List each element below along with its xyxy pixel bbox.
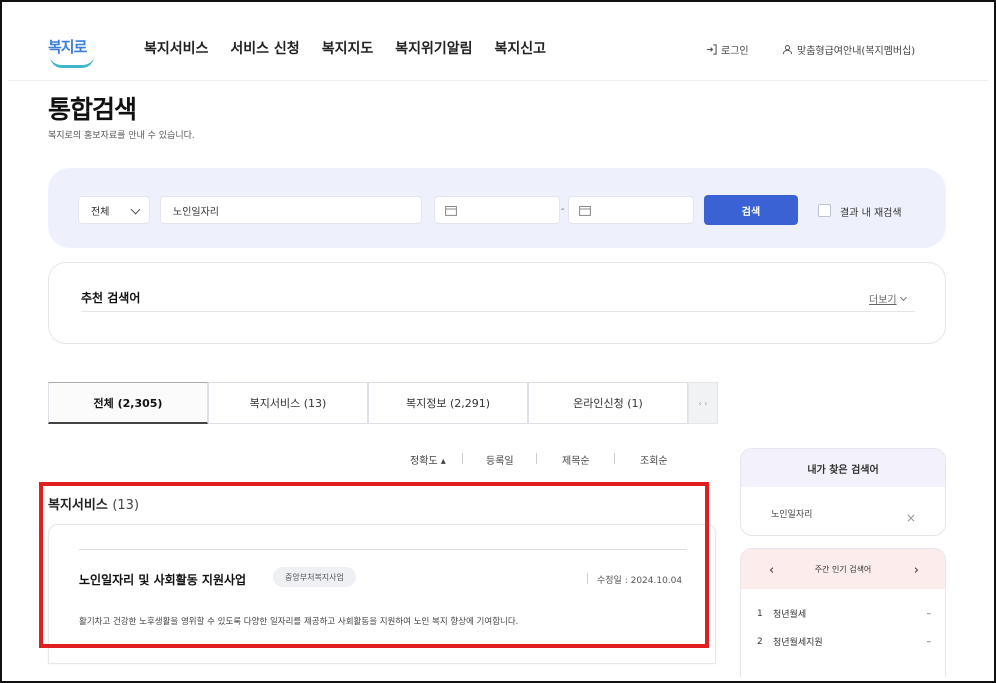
search-panel: 전체 - 검색 결과 내 재검색 bbox=[48, 168, 946, 248]
sort-accuracy[interactable]: 정확도 ▴ bbox=[410, 452, 446, 467]
trend-indicator: – bbox=[926, 636, 932, 647]
more-button[interactable]: 더보기 bbox=[869, 291, 907, 306]
sort-title[interactable]: 제목순 bbox=[562, 452, 590, 467]
date-divider bbox=[587, 573, 588, 584]
list-item[interactable]: 1 청년월세 – bbox=[757, 607, 932, 621]
sort-views[interactable]: 조회순 bbox=[640, 452, 668, 467]
login-label: 로그인 bbox=[721, 46, 749, 57]
chevron-down-icon bbox=[899, 293, 907, 301]
result-section-label: 복지서비스 bbox=[48, 498, 108, 513]
close-icon[interactable]: × bbox=[906, 511, 916, 525]
search-button[interactable]: 검색 bbox=[704, 195, 798, 225]
nav-welfare-report[interactable]: 복지신고 bbox=[495, 38, 547, 58]
logo-smile-mark bbox=[50, 56, 94, 68]
nav-service-apply[interactable]: 서비스 신청 bbox=[230, 38, 299, 58]
recommended-keywords-title: 추천 검색어 bbox=[81, 291, 141, 305]
membership-label: 맞춤형급여안내(복지멤버십) bbox=[797, 46, 916, 57]
my-searches-title: 내가 찾은 검색어 bbox=[741, 449, 945, 487]
start-date-field[interactable] bbox=[434, 196, 560, 224]
category-select[interactable]: 전체 bbox=[78, 196, 150, 224]
sort-separator bbox=[536, 453, 537, 464]
login-icon bbox=[706, 44, 717, 55]
weekly-popular-header: ‹ 주간 인기 검색어 › bbox=[741, 549, 945, 589]
sort-separator bbox=[462, 453, 463, 464]
result-section-count: (13) bbox=[112, 498, 140, 513]
nav-welfare-services[interactable]: 복지서비스 bbox=[144, 38, 208, 58]
chevron-right-icon[interactable]: › bbox=[914, 563, 919, 578]
result-item-title[interactable]: 노인일자리 및 사회활동 지원사업 bbox=[79, 571, 246, 588]
search-within-label: 결과 내 재검색 bbox=[840, 208, 902, 219]
user-icon bbox=[782, 45, 793, 55]
logo-text: 복지로 bbox=[48, 38, 87, 56]
tab-online-apply[interactable]: 온라인신청 (1) bbox=[528, 382, 688, 424]
more-label: 더보기 bbox=[869, 295, 897, 306]
calendar-icon bbox=[579, 206, 591, 216]
result-card: 노인일자리 및 사회활동 지원사업 중앙부처복지사업 수정일 : 2024.10… bbox=[48, 524, 716, 664]
trend-indicator: – bbox=[926, 608, 932, 619]
page: 복지로 복지서비스 서비스 신청 복지지도 복지위기알림 복지신고 로그인 맞춤… bbox=[8, 8, 988, 677]
tab-scroll-arrows[interactable]: ‹ › bbox=[688, 382, 718, 424]
result-item-badge: 중앙부처복지사업 bbox=[273, 567, 356, 587]
membership-link[interactable]: 맞춤형급여안내(복지멤버십) bbox=[782, 42, 915, 57]
popular-keyword: 청년월세지원 bbox=[773, 638, 823, 648]
rank-number: 1 bbox=[757, 608, 763, 619]
page-description: 복지로의 홍보자료를 안내 수 있습니다. bbox=[48, 131, 195, 141]
header-divider bbox=[8, 80, 988, 81]
result-section-title: 복지서비스 (13) bbox=[48, 494, 139, 513]
category-select-value: 전체 bbox=[91, 206, 110, 218]
tab-welfare-services[interactable]: 복지서비스 (13) bbox=[208, 382, 368, 424]
weekly-popular-panel: ‹ 주간 인기 검색어 › 1 청년월세 – 2 청년월세지원 – bbox=[740, 548, 946, 677]
recommended-keywords-panel: 추천 검색어 더보기 bbox=[48, 262, 946, 344]
calendar-icon bbox=[445, 206, 457, 216]
login-link[interactable]: 로그인 bbox=[706, 42, 749, 57]
result-item-date: 수정일 : 2024.10.04 bbox=[597, 576, 683, 586]
rank-number: 2 bbox=[757, 636, 763, 647]
sort-separator bbox=[614, 453, 615, 464]
nav-crisis-alert[interactable]: 복지위기알림 bbox=[395, 38, 472, 58]
result-tabs: 전체 (2,305) 복지서비스 (13) 복지정보 (2,291) 온라인신청… bbox=[48, 382, 718, 424]
chevron-down-icon bbox=[130, 204, 141, 215]
sort-registered[interactable]: 등록일 bbox=[486, 452, 514, 467]
result-item-description: 활기차고 건강한 노후생활을 영위할 수 있도록 다양한 일자리를 제공하고 사… bbox=[79, 617, 519, 627]
recommended-divider bbox=[81, 311, 915, 312]
page-title: 통합검색 bbox=[48, 95, 137, 124]
main-nav: 복지서비스 서비스 신청 복지지도 복지위기알림 복지신고 bbox=[144, 38, 546, 58]
tab-welfare-info[interactable]: 복지정보 (2,291) bbox=[368, 382, 528, 424]
nav-welfare-map[interactable]: 복지지도 bbox=[322, 38, 374, 58]
end-date-field[interactable] bbox=[568, 196, 694, 224]
popular-keyword: 청년월세 bbox=[773, 610, 807, 620]
weekly-popular-title: 주간 인기 검색어 bbox=[814, 564, 872, 574]
tab-all[interactable]: 전체 (2,305) bbox=[48, 382, 208, 424]
chevron-left-icon[interactable]: ‹ bbox=[769, 563, 774, 578]
site-logo[interactable]: 복지로 bbox=[48, 36, 104, 72]
my-search-keyword[interactable]: 노인일자리 bbox=[771, 507, 812, 520]
search-within-checkbox[interactable] bbox=[818, 204, 831, 217]
search-input[interactable] bbox=[160, 196, 422, 224]
card-top-divider bbox=[79, 549, 687, 550]
list-item[interactable]: 2 청년월세지원 – bbox=[757, 635, 932, 649]
date-separator: - bbox=[561, 204, 565, 215]
